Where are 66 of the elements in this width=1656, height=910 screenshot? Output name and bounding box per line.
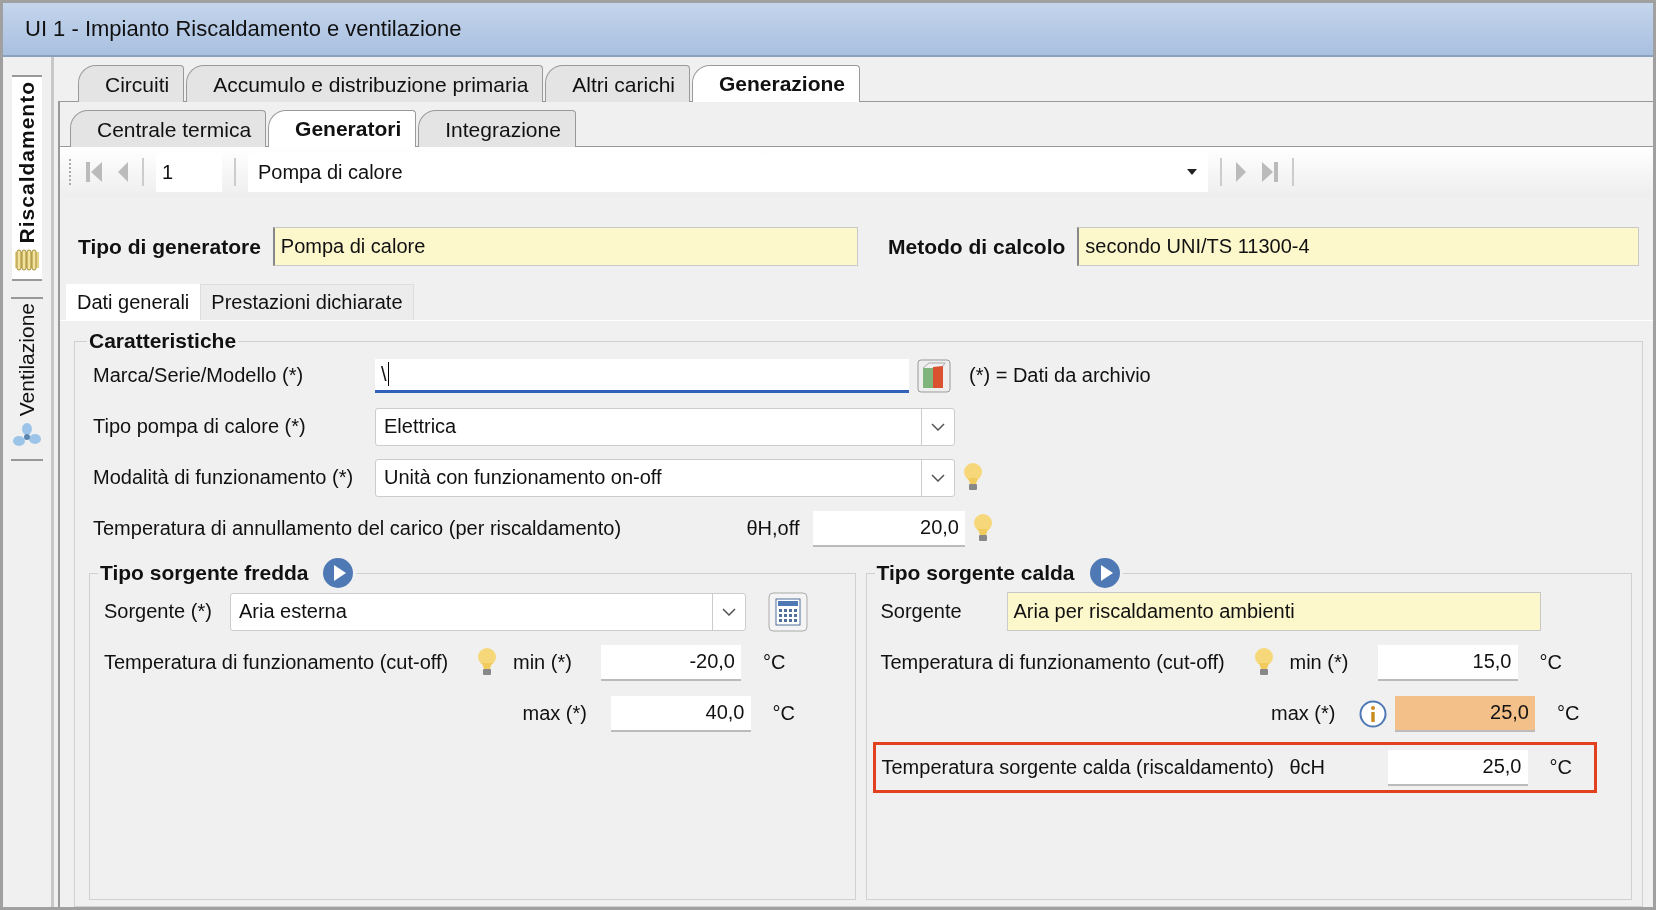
next-record-icon[interactable]: [1234, 160, 1248, 184]
tab[interactable]: Dati generali: [66, 284, 201, 320]
play-icon[interactable]: [322, 557, 355, 589]
window-title: UI 1 - Impianto Riscaldamento e ventilazione: [3, 3, 1653, 57]
field-label: Sorgente: [880, 600, 963, 623]
field-label: Tipo pompa di calore (*): [93, 415, 307, 438]
group-title: Tipo sorgente calda: [876, 561, 1075, 585]
number-field[interactable]: 25,0: [1395, 695, 1535, 732]
field-label: Temperatura sorgente calda (riscaldamento): [881, 756, 1275, 779]
unit-label: °C: [771, 702, 796, 725]
info-icon[interactable]: [1359, 699, 1387, 728]
last-record-icon[interactable]: [1260, 160, 1280, 184]
tab[interactable]: Integrazione: [418, 110, 576, 147]
field-label: max (*): [1270, 702, 1337, 725]
first-record-icon[interactable]: [84, 160, 104, 184]
play-icon[interactable]: [1088, 557, 1121, 589]
dropdown-field[interactable]: Aria esterna: [230, 592, 746, 631]
field-label: min (*): [1288, 651, 1350, 674]
note-text: (*) = Dati da archivio: [969, 364, 1151, 387]
tab[interactable]: Altri carichi: [545, 65, 690, 102]
unit-label: °C: [1556, 702, 1581, 725]
chevron-down-icon: [931, 473, 945, 482]
field-label: Sorgente (*): [104, 600, 213, 623]
text-field[interactable]: \: [375, 358, 909, 393]
unit-label: °C: [1538, 651, 1563, 674]
tab[interactable]: Generatori: [268, 110, 417, 147]
number-field[interactable]: 15,0: [1377, 644, 1518, 681]
number-field[interactable]: -20,0: [601, 644, 741, 681]
field-label: Temperatura di funzionamento (cut-off): [104, 651, 450, 674]
chevron-down-icon: [931, 422, 945, 431]
dropdown-field[interactable]: Unità con funzionamento on-off: [375, 458, 955, 497]
grip-icon: [68, 159, 72, 185]
calculator-icon[interactable]: [768, 591, 808, 632]
number-field[interactable]: 25,0: [1387, 749, 1528, 786]
side-tab[interactable]: Ventilazione: [11, 297, 43, 461]
field-label: min (*): [512, 651, 573, 674]
field-label: Marca/Serie/Modello (*): [93, 364, 305, 387]
field-label: max (*): [521, 702, 588, 725]
group-title: Tipo sorgente fredda: [100, 561, 309, 585]
field-label: Temperatura di annullamento del carico (per riscaldamento): [93, 517, 623, 540]
number-field[interactable]: 20,0: [813, 510, 965, 547]
tab[interactable]: Circuiti: [78, 65, 185, 102]
symbol-label: θcH: [1289, 756, 1327, 779]
dropdown-field[interactable]: Elettrica: [375, 407, 955, 446]
caret-icon: [1186, 168, 1198, 176]
readonly-field: secondo UNI/TS 11300-4: [1077, 227, 1639, 266]
symbol-label: θH,off: [745, 517, 801, 540]
book-icon[interactable]: [917, 358, 951, 393]
unit-label: °C: [1548, 756, 1573, 779]
number-field[interactable]: 40,0: [610, 695, 751, 732]
field-label: Modalità di funzionamento (*): [93, 466, 355, 489]
tab[interactable]: Generazione: [692, 65, 861, 102]
field-label: Tipo di generatore: [78, 234, 261, 259]
group-title: Caratteristiche: [88, 329, 238, 353]
tab[interactable]: Centrale termica: [70, 110, 267, 147]
previous-record-icon[interactable]: [116, 160, 130, 184]
readonly-field: Pompa di calore: [272, 227, 858, 266]
side-tab[interactable]: Riscaldamento: [12, 75, 42, 282]
unit-label: °C: [762, 651, 787, 674]
chevron-down-icon: [722, 607, 736, 616]
radiator-icon: [14, 249, 40, 272]
field-label: Temperatura di funzionamento (cut-off): [880, 651, 1226, 674]
tab[interactable]: Prestazioni dichiarate: [200, 284, 414, 320]
readonly-field: Aria per riscaldamento ambienti: [1006, 592, 1541, 631]
tab[interactable]: Accumulo e distribuzione primaria: [186, 65, 544, 102]
field-label: Metodo di calcolo: [888, 234, 1066, 259]
